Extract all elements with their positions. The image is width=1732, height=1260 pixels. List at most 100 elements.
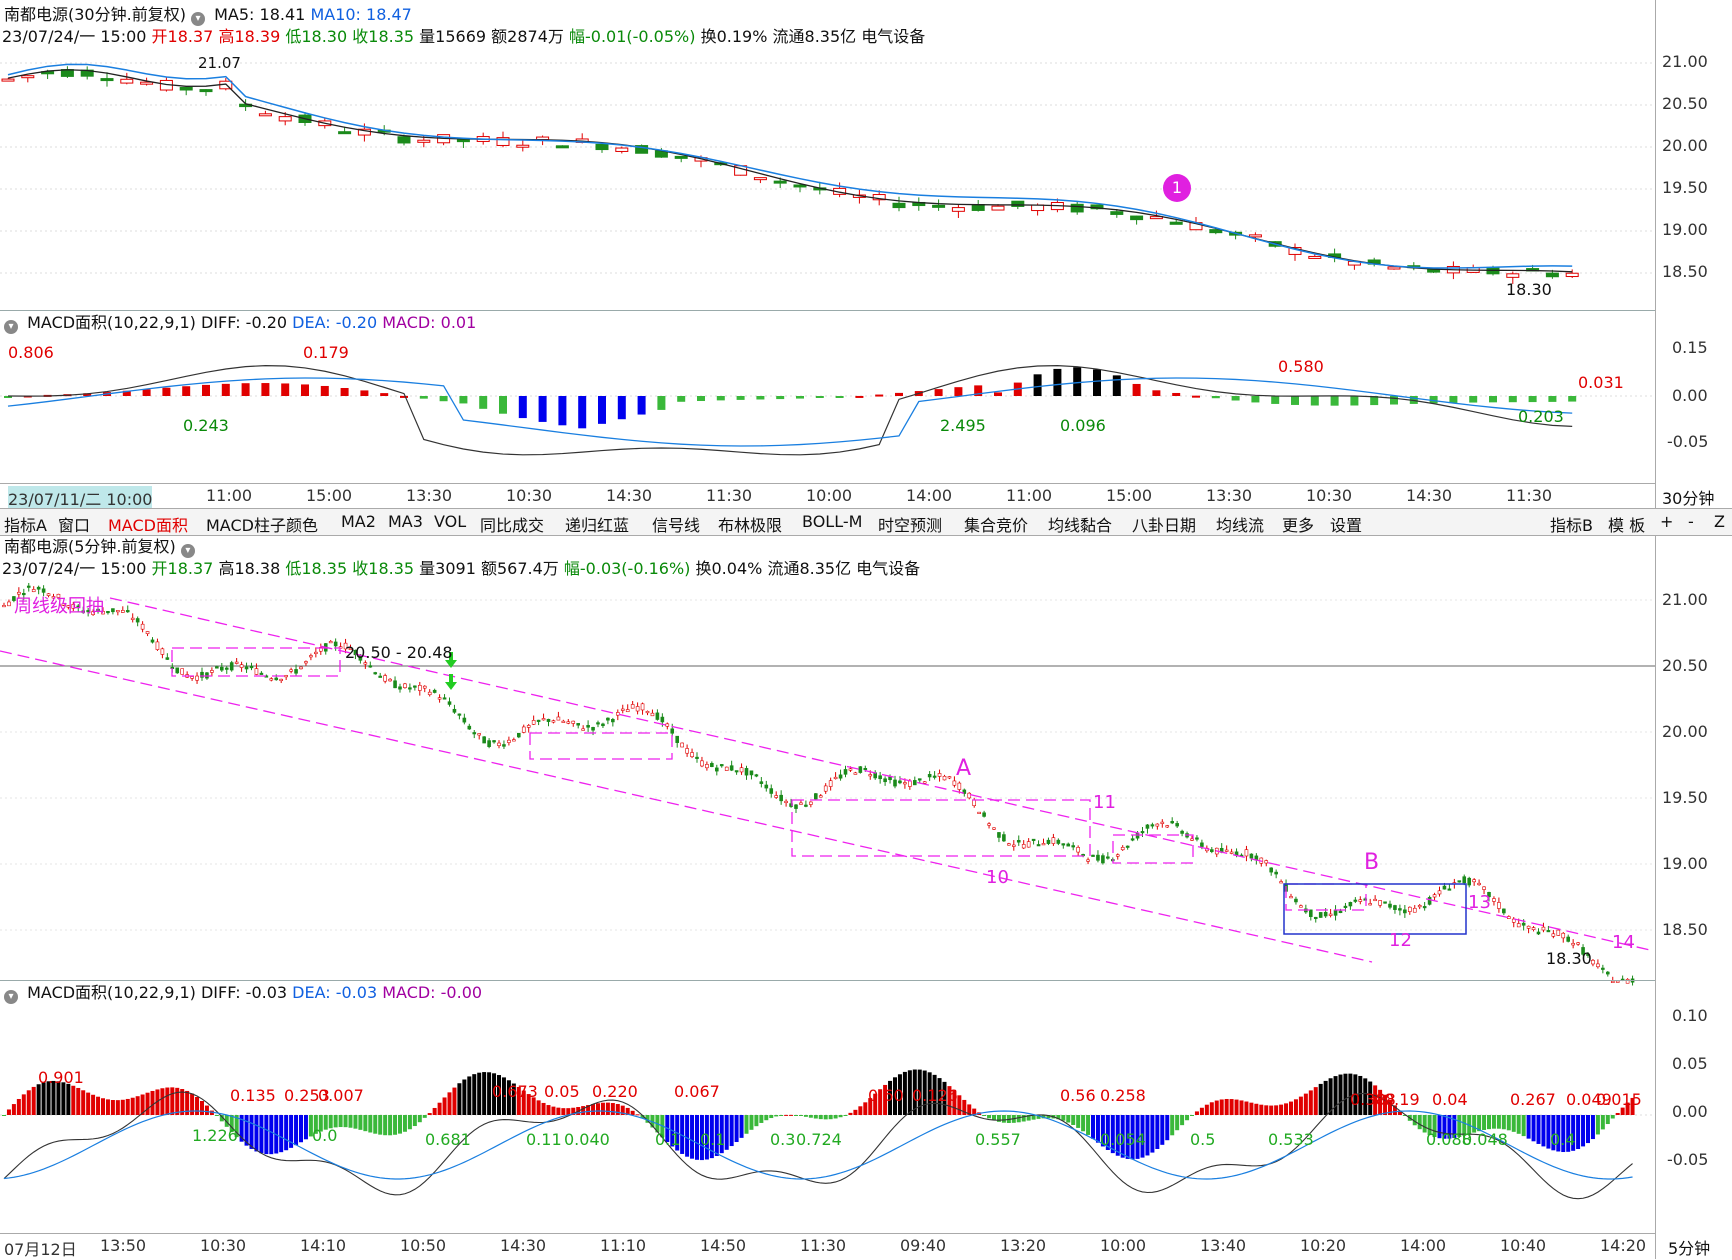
- candle-body: [1472, 879, 1476, 883]
- toolbar-item-right[interactable]: 模 板: [1608, 512, 1645, 536]
- toolbar-item[interactable]: MA2: [341, 512, 376, 531]
- macd-bar: [1132, 383, 1141, 396]
- collapse-icon[interactable]: ▾: [180, 544, 195, 558]
- candle-body: [526, 725, 531, 728]
- bottom-xlabel: 07月12日: [4, 1240, 77, 1259]
- candle-body: [363, 662, 368, 665]
- candle-body: [180, 668, 184, 675]
- macd-bar: [422, 1115, 427, 1118]
- macd-bar: [1160, 1115, 1165, 1145]
- macd-bar: [697, 396, 705, 402]
- toolbar-item-right[interactable]: +: [1660, 512, 1673, 531]
- candle-body: [259, 672, 264, 675]
- macd-bar: [749, 1115, 754, 1130]
- candle-body: [1130, 838, 1135, 841]
- toolbar-item-right[interactable]: Z: [1714, 512, 1725, 531]
- macd-bar: [1338, 1074, 1343, 1115]
- macd-bar: [784, 1114, 789, 1116]
- toolbar-item[interactable]: 指标A: [4, 512, 47, 536]
- macd-bar: [1284, 1103, 1289, 1115]
- toolbar-item[interactable]: BOLL-M: [802, 512, 862, 531]
- candle-body: [1318, 912, 1323, 918]
- toolbar-item[interactable]: 均线黏合: [1048, 512, 1112, 536]
- macd-bar: [729, 1115, 734, 1147]
- candle-body: [258, 113, 272, 117]
- candle-body: [957, 782, 962, 790]
- candle-body: [1328, 913, 1333, 916]
- macd-bar: [518, 396, 527, 419]
- candle-body: [1506, 273, 1520, 278]
- top-xlabel: 10:30: [1306, 486, 1353, 505]
- candle-body: [1323, 911, 1328, 917]
- candle-body: [1565, 272, 1579, 278]
- candle-body: [977, 811, 981, 814]
- candle-body: [224, 667, 229, 670]
- toolbar-item[interactable]: 布林极限: [718, 512, 782, 536]
- collapse-icon[interactable]: ▾: [4, 990, 18, 1004]
- toolbar-item[interactable]: 集合竞价: [964, 512, 1028, 536]
- bottom-period-label[interactable]: 5分钟: [1668, 1235, 1710, 1259]
- candle-body: [516, 144, 530, 148]
- candle-body: [1308, 255, 1322, 259]
- candle-body: [888, 776, 892, 781]
- candle-body: [606, 717, 610, 721]
- macd-bar: [383, 1115, 388, 1136]
- candle-body: [1521, 922, 1526, 926]
- candle-body: [1155, 823, 1160, 827]
- event-marker-icon[interactable]: 1: [1163, 174, 1191, 202]
- candle-body: [26, 585, 31, 588]
- top-macd-annot: 0.179: [303, 343, 349, 362]
- macd-bar: [596, 1103, 600, 1115]
- macd-bar: [848, 1112, 853, 1115]
- candle-body: [1437, 890, 1442, 895]
- top-macd-header: ▾ MACD面积(10,22,9,1) DIFF: -0.20 DEA: -0.…: [4, 312, 476, 334]
- macd-bar: [695, 1115, 699, 1160]
- macd-bar: [734, 1115, 739, 1143]
- candle-body: [1408, 906, 1412, 912]
- macd-bar: [1536, 1115, 1541, 1144]
- candle-body: [695, 756, 699, 759]
- macd-bar: [1610, 1115, 1615, 1119]
- candle-body: [1387, 266, 1401, 270]
- candle-body: [333, 641, 338, 647]
- bottom-macd-annot: 0.267: [1510, 1090, 1556, 1109]
- candle-body: [145, 631, 150, 635]
- toolbar-item[interactable]: 信号线: [652, 512, 700, 536]
- candle-body: [561, 720, 566, 723]
- toolbar-item[interactable]: VOL: [434, 512, 466, 531]
- toolbar-item-right[interactable]: 指标B: [1550, 512, 1593, 536]
- candle-body: [823, 785, 828, 792]
- toolbar-item[interactable]: 递归红蓝: [565, 512, 629, 536]
- candle-body: [1294, 898, 1298, 903]
- bottom-xlabel: 13:40: [1200, 1236, 1247, 1255]
- candle-body: [675, 735, 680, 743]
- top-period-label[interactable]: 30分钟: [1662, 485, 1714, 509]
- toolbar-item[interactable]: 八卦日期: [1132, 512, 1196, 536]
- collapse-icon[interactable]: ▾: [4, 320, 18, 334]
- toolbar-item[interactable]: 同比成交: [480, 512, 544, 536]
- consolidation-box: [529, 732, 673, 760]
- macd-bar: [1586, 1115, 1590, 1144]
- candle-body: [571, 720, 576, 724]
- candle-body: [759, 781, 764, 784]
- bottom-macd-annot: 0.135: [230, 1086, 276, 1105]
- toolbar-item[interactable]: 设置: [1330, 512, 1362, 536]
- candle-body: [482, 736, 486, 744]
- toolbar-item[interactable]: 更多: [1282, 512, 1314, 536]
- toolbar-item[interactable]: 均线流: [1216, 512, 1264, 536]
- toolbar-item[interactable]: 窗口: [58, 512, 90, 536]
- toolbar-item-right[interactable]: -: [1688, 512, 1694, 531]
- macd-bar: [301, 384, 309, 396]
- toolbar-item[interactable]: 时空预测: [878, 512, 942, 536]
- top-low-marker: 18.30: [1506, 280, 1552, 299]
- toolbar-item[interactable]: MA3: [388, 512, 423, 531]
- macd-bar: [1508, 396, 1517, 403]
- toolbar-item[interactable]: MACD柱子颜色: [206, 512, 318, 536]
- macd-bar: [86, 1092, 91, 1115]
- candle-body: [912, 780, 917, 786]
- bottom-close: 收18.35: [352, 559, 415, 578]
- candle-body: [1002, 834, 1006, 842]
- bottom-macd-annot: 0.5: [1190, 1130, 1216, 1149]
- toolbar-item-active[interactable]: MACD面积: [108, 512, 188, 536]
- bottom-xlabel: 10:40: [1500, 1236, 1547, 1255]
